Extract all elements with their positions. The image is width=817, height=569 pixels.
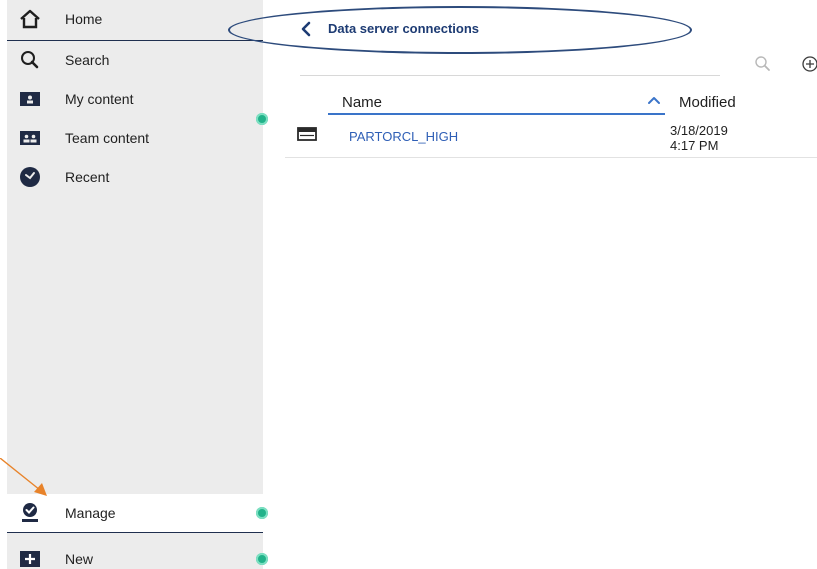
- sidebar-item-label: New: [65, 551, 94, 567]
- sidebar-item-home[interactable]: Home: [7, 0, 263, 38]
- modified-timestamp: 3/18/2019 4:17 PM: [670, 123, 728, 153]
- sidebar-item-label: Search: [65, 52, 110, 68]
- sidebar-item-search[interactable]: Search: [7, 41, 263, 79]
- clock-icon: [19, 166, 41, 188]
- sidebar-item-label: My content: [65, 91, 134, 107]
- sidebar-item-label: Home: [65, 11, 103, 27]
- modified-time: 4:17 PM: [670, 138, 719, 153]
- search-icon: [19, 49, 41, 71]
- nav-divider: [7, 532, 263, 533]
- sidebar-item-label: Manage: [65, 505, 116, 521]
- sidebar-item-team-content[interactable]: Team content: [7, 119, 263, 157]
- add-circle-icon[interactable]: [800, 54, 817, 74]
- column-sort-indicator: [328, 113, 665, 115]
- row-divider: [285, 157, 817, 158]
- status-dot: [256, 553, 268, 565]
- connection-name-link[interactable]: PARTORCL_HIGH: [349, 129, 458, 144]
- chevron-up-icon[interactable]: [646, 94, 662, 106]
- sidebar-item-manage[interactable]: Manage: [7, 494, 263, 532]
- sidebar-item-recent[interactable]: Recent: [7, 158, 263, 196]
- sidebar-item-label: Recent: [65, 169, 110, 185]
- folder-user-icon: [19, 88, 41, 110]
- sidebar-item-label: Team content: [65, 130, 150, 146]
- modified-date: 3/18/2019: [670, 123, 728, 138]
- search-icon[interactable]: [754, 55, 772, 73]
- data-server-icon: [297, 127, 317, 141]
- page-title: Data server connections: [328, 21, 480, 36]
- status-dot: [256, 507, 268, 519]
- folder-team-icon: [19, 127, 41, 149]
- column-header-name[interactable]: Name: [342, 94, 382, 111]
- sidebar-item-my-content[interactable]: My content: [7, 80, 263, 118]
- toolbar-divider: [300, 75, 720, 76]
- status-dot: [256, 113, 268, 125]
- home-icon: [19, 8, 41, 30]
- sidebar-item-new[interactable]: New: [7, 540, 263, 569]
- manage-icon: [19, 502, 41, 524]
- app-root: Home Search My content Team content Rece…: [0, 0, 817, 569]
- column-header-modified[interactable]: Modified: [679, 94, 736, 111]
- chevron-left-icon[interactable]: [298, 20, 314, 38]
- annotation-arrow: [0, 458, 47, 496]
- plus-icon: [19, 548, 41, 569]
